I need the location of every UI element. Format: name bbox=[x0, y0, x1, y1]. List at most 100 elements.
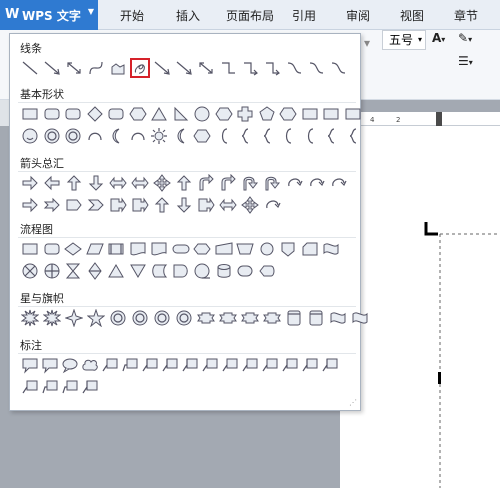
scroll-shape-icon[interactable] bbox=[284, 308, 304, 328]
seqacc-shape-icon[interactable] bbox=[192, 261, 212, 281]
bracket-shape-icon[interactable] bbox=[278, 126, 298, 146]
prep-shape-icon[interactable] bbox=[192, 239, 212, 259]
tab-view[interactable]: 视图 bbox=[400, 7, 424, 24]
boxcall-shape-icon[interactable] bbox=[140, 355, 160, 375]
curve-shape-icon[interactable] bbox=[86, 58, 106, 78]
linecall2-shape-icon[interactable] bbox=[120, 355, 140, 375]
hex-shape-icon[interactable] bbox=[214, 104, 234, 124]
chevron-shape-icon[interactable] bbox=[86, 195, 106, 215]
darrow-shape-icon[interactable] bbox=[86, 173, 106, 193]
circarrow-shape-icon[interactable] bbox=[284, 173, 304, 193]
connector-shape-icon[interactable] bbox=[257, 239, 277, 259]
linecall-shape-icon[interactable] bbox=[240, 355, 260, 375]
or-shape-icon[interactable] bbox=[42, 261, 62, 281]
offpage-shape-icon[interactable] bbox=[278, 239, 298, 259]
darrowline-shape-icon[interactable] bbox=[64, 58, 84, 78]
rrect-shape-icon[interactable] bbox=[63, 104, 83, 124]
arrowline-shape-icon[interactable] bbox=[152, 58, 172, 78]
boxcall-shape-icon[interactable] bbox=[300, 355, 320, 375]
cross-shape-icon[interactable] bbox=[235, 104, 255, 124]
tab-reference[interactable]: 引用 bbox=[292, 7, 316, 24]
extract-shape-icon[interactable] bbox=[106, 261, 126, 281]
pentarrow-shape-icon[interactable] bbox=[64, 195, 84, 215]
larrow-shape-icon[interactable] bbox=[42, 173, 62, 193]
collate-shape-icon[interactable] bbox=[63, 261, 83, 281]
list-icon[interactable]: ☰▾ bbox=[458, 54, 473, 68]
tab-start[interactable]: 开始 bbox=[120, 7, 144, 24]
ribbon-down-arrow-icon[interactable]: ▾ bbox=[364, 36, 370, 50]
darrow-shape-icon[interactable] bbox=[174, 195, 194, 215]
callr-shape-icon[interactable] bbox=[130, 195, 150, 215]
sun-shape-icon[interactable] bbox=[149, 126, 169, 146]
ring-shape-icon[interactable] bbox=[63, 126, 83, 146]
rarrow-shape-icon[interactable] bbox=[20, 173, 40, 193]
brace-shape-icon[interactable] bbox=[321, 126, 341, 146]
boxcall-shape-icon[interactable] bbox=[280, 355, 300, 375]
stored-shape-icon[interactable] bbox=[149, 261, 169, 281]
rrect-shape-icon[interactable] bbox=[42, 104, 62, 124]
elbow-shape-icon[interactable] bbox=[218, 58, 238, 78]
callr-shape-icon[interactable] bbox=[108, 195, 128, 215]
freeform-shape-icon[interactable] bbox=[108, 58, 128, 78]
ribbon-shape-icon[interactable] bbox=[218, 308, 238, 328]
hex-shape-icon[interactable] bbox=[278, 104, 298, 124]
display-shape-icon[interactable] bbox=[257, 261, 277, 281]
uarrow-shape-icon[interactable] bbox=[152, 195, 172, 215]
sumj-shape-icon[interactable] bbox=[20, 261, 40, 281]
curved-shape-icon[interactable] bbox=[284, 58, 304, 78]
magdisk-shape-icon[interactable] bbox=[214, 261, 234, 281]
linecall-shape-icon[interactable] bbox=[220, 355, 240, 375]
card-shape-icon[interactable] bbox=[300, 239, 320, 259]
bracket-shape-icon[interactable] bbox=[214, 126, 234, 146]
boxcall-shape-icon[interactable] bbox=[180, 355, 200, 375]
font-size-select[interactable]: 五号 ▾ bbox=[382, 30, 426, 50]
lrarrow-shape-icon[interactable] bbox=[218, 195, 238, 215]
quad-shape-icon[interactable] bbox=[240, 195, 260, 215]
direct-shape-icon[interactable] bbox=[235, 261, 255, 281]
doc-shape-icon[interactable] bbox=[149, 239, 169, 259]
bracket-shape-icon[interactable] bbox=[300, 126, 320, 146]
brace-shape-icon[interactable] bbox=[343, 126, 363, 146]
data-shape-icon[interactable] bbox=[85, 239, 105, 259]
tab-review[interactable]: 审阅 bbox=[346, 7, 370, 24]
boxcall-shape-icon[interactable] bbox=[160, 355, 180, 375]
font-color-icon[interactable]: A▾ bbox=[432, 31, 445, 45]
uarrow-shape-icon[interactable] bbox=[64, 173, 84, 193]
linecall-shape-icon[interactable] bbox=[100, 355, 120, 375]
diamond-shape-icon[interactable] bbox=[85, 104, 105, 124]
brace-shape-icon[interactable] bbox=[235, 126, 255, 146]
ring-shape-icon[interactable] bbox=[42, 126, 62, 146]
uarrow-shape-icon[interactable] bbox=[174, 173, 194, 193]
rrect-shape-icon[interactable] bbox=[106, 104, 126, 124]
tab-page-layout[interactable]: 页面布局 bbox=[226, 7, 274, 24]
alt-shape-icon[interactable] bbox=[42, 239, 62, 259]
ribbon-shape-icon[interactable] bbox=[196, 308, 216, 328]
manop-shape-icon[interactable] bbox=[235, 239, 255, 259]
uturn-shape-icon[interactable] bbox=[262, 173, 282, 193]
manual-shape-icon[interactable] bbox=[214, 239, 234, 259]
elbow2-shape-icon[interactable] bbox=[240, 58, 260, 78]
tri-shape-icon[interactable] bbox=[149, 104, 169, 124]
moon-shape-icon[interactable] bbox=[171, 126, 191, 146]
circarrow-shape-icon[interactable] bbox=[262, 195, 282, 215]
darrowline-shape-icon[interactable] bbox=[196, 58, 216, 78]
process-shape-icon[interactable] bbox=[20, 239, 40, 259]
linecall-shape-icon[interactable] bbox=[260, 355, 280, 375]
hex-shape-icon[interactable] bbox=[128, 104, 148, 124]
scroll-shape-icon[interactable] bbox=[306, 308, 326, 328]
circle-shape-icon[interactable] bbox=[192, 104, 212, 124]
tape-shape-icon[interactable] bbox=[321, 239, 341, 259]
circarrow-shape-icon[interactable] bbox=[328, 173, 348, 193]
freeform-scribble-shape-icon[interactable] bbox=[130, 58, 150, 78]
burst-shape-icon[interactable] bbox=[20, 308, 40, 328]
seal-shape-icon[interactable] bbox=[152, 308, 172, 328]
arc-shape-icon[interactable] bbox=[85, 126, 105, 146]
ribbon-shape-icon[interactable] bbox=[240, 308, 260, 328]
wave-shape-icon[interactable] bbox=[350, 308, 370, 328]
rect-shape-icon[interactable] bbox=[300, 104, 320, 124]
rtri-shape-icon[interactable] bbox=[171, 104, 191, 124]
wave-shape-icon[interactable] bbox=[328, 308, 348, 328]
seal-shape-icon[interactable] bbox=[108, 308, 128, 328]
circarrow-shape-icon[interactable] bbox=[306, 173, 326, 193]
arc-shape-icon[interactable] bbox=[128, 126, 148, 146]
